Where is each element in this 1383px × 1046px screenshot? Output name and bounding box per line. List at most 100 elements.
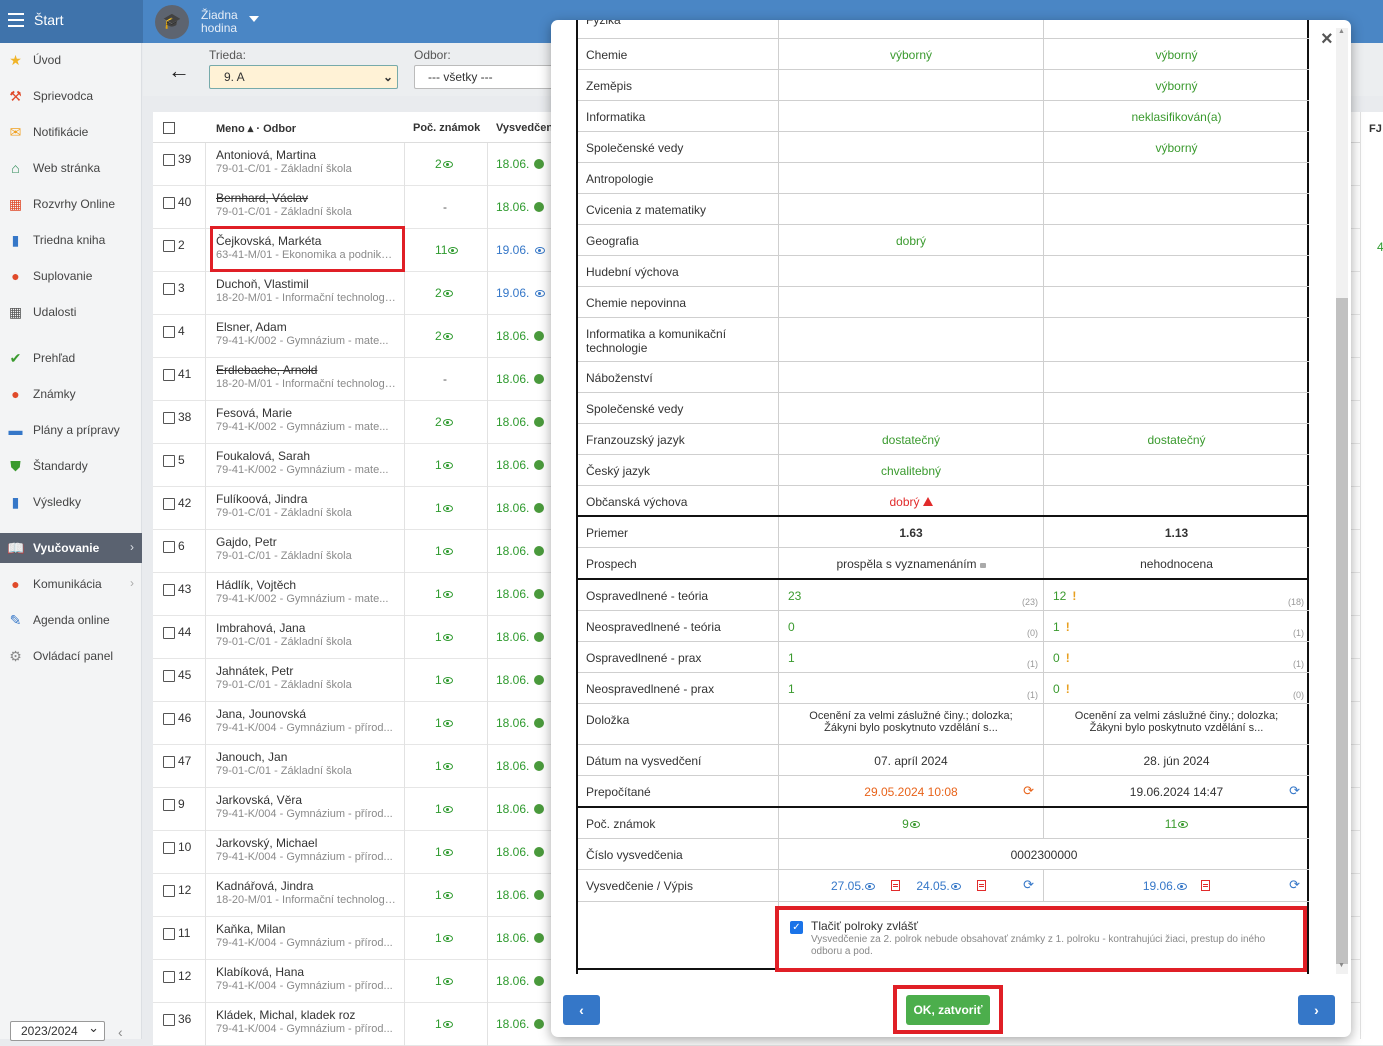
row-checkbox[interactable] (163, 670, 175, 682)
start-menu-button[interactable]: Štart (0, 0, 143, 43)
grade-count[interactable]: 1 (435, 544, 453, 558)
row-checkbox[interactable] (163, 627, 175, 639)
row-checkbox[interactable] (163, 369, 175, 381)
sidebar-item-prehľad[interactable]: ✔ Prehľad (0, 343, 142, 373)
student-name[interactable]: Jarkovská, Věra (216, 793, 302, 807)
modal-scrollbar[interactable]: ▲ ▼ (1336, 28, 1348, 974)
print-separately-checkbox[interactable]: ✓ (790, 921, 803, 934)
scroll-thumb[interactable] (1336, 298, 1348, 964)
sidebar-item-ovládací-panel[interactable]: ⚙ Ovládací panel (0, 641, 142, 671)
grade-count[interactable]: 1 (435, 458, 453, 472)
report-card-date[interactable]: 18.06. (496, 802, 545, 816)
absence-sem2[interactable]: 0! (1053, 651, 1070, 665)
row-checkbox[interactable] (163, 928, 175, 940)
grade-count[interactable]: 11 (435, 243, 459, 257)
row-checkbox[interactable] (163, 1014, 175, 1026)
collapse-sidebar-icon[interactable]: ‹ (118, 1024, 123, 1040)
absence-sem1[interactable]: 0 (788, 620, 795, 634)
report-card-date[interactable]: 18.06. (496, 200, 545, 214)
grade-count[interactable]: 1 (435, 888, 453, 902)
row-checkbox[interactable] (163, 240, 175, 252)
sidebar-item-plány-a-prípravy[interactable]: ▬ Plány a prípravy (0, 415, 142, 445)
student-name[interactable]: Janouch, Jan (216, 750, 287, 764)
dolozka-sem1[interactable]: Ocenění za velmi záslužné činy.; dolozka… (779, 710, 1043, 734)
grade-count[interactable]: 2 (435, 286, 453, 300)
student-name[interactable]: Jarkovský, Michael (216, 836, 317, 850)
previous-student-button[interactable]: ‹ (563, 995, 600, 1025)
student-name[interactable]: Kládek, Michal, kladek roz (216, 1008, 355, 1022)
sidebar-item-notifikácie[interactable]: ✉ Notifikácie (0, 117, 142, 147)
student-name[interactable]: Foukalová, Sarah (216, 449, 310, 463)
header-meno[interactable]: Meno ▴ · Odbor (216, 122, 296, 135)
sidebar-item-sprievodca[interactable]: ⚒ Sprievodca (0, 81, 142, 111)
row-checkbox[interactable] (163, 326, 175, 338)
row-checkbox[interactable] (163, 971, 175, 983)
sidebar-item-web-stránka[interactable]: ⌂ Web stránka (0, 153, 142, 183)
report-card-date[interactable]: 18.06. (496, 1017, 545, 1031)
grade-count[interactable]: 1 (435, 759, 453, 773)
grade-count[interactable]: 2 (435, 415, 453, 429)
row-checkbox[interactable] (163, 756, 175, 768)
grade-sem1[interactable]: výborný (779, 48, 1043, 62)
scroll-down-icon[interactable]: ▼ (1338, 962, 1345, 969)
refresh-icon[interactable]: ⟳ (1289, 877, 1300, 893)
sidebar-item-udalosti[interactable]: ▦ Udalosti (0, 297, 142, 327)
grade-count[interactable]: 1 (435, 630, 453, 644)
row-checkbox[interactable] (163, 713, 175, 725)
row-checkbox[interactable] (163, 154, 175, 166)
report-card-date[interactable]: 18.06. (496, 157, 545, 171)
report-card-date[interactable]: 18.06. (496, 888, 545, 902)
student-name[interactable]: Fesová, Marie (216, 406, 292, 420)
grade-count[interactable]: - (443, 200, 447, 214)
poc-znamok-sem1[interactable]: 9 (779, 817, 1043, 831)
row-checkbox[interactable] (163, 455, 175, 467)
grade-sem2[interactable]: výborný (1044, 79, 1309, 93)
refresh-icon[interactable]: ⟳ (1023, 877, 1034, 893)
vysvedcenie-link-3[interactable]: 19.06. (1143, 879, 1188, 893)
row-checkbox[interactable] (163, 584, 175, 596)
report-card-date[interactable]: 18.06. (496, 544, 545, 558)
next-student-button[interactable]: › (1298, 995, 1335, 1025)
student-name[interactable]: Hádlík, Vojtěch (216, 578, 296, 592)
pdf-icon[interactable] (976, 880, 986, 891)
grade-sem1[interactable]: chvalitebný (779, 464, 1043, 478)
student-name[interactable]: Jahnátek, Petr (216, 664, 293, 678)
pdf-icon[interactable] (1201, 880, 1211, 891)
row-checkbox[interactable] (163, 412, 175, 424)
cislo-value[interactable]: 0002300000 (779, 848, 1309, 862)
report-card-date[interactable]: 18.06. (496, 587, 545, 601)
grade-count[interactable]: 2 (435, 329, 453, 343)
datum-sem1[interactable]: 07. apríl 2024 (779, 754, 1043, 768)
back-arrow-icon[interactable]: ← (168, 58, 190, 84)
select-all-checkbox[interactable] (163, 122, 175, 134)
grade-count[interactable]: 1 (435, 501, 453, 515)
grade-sem1[interactable]: dobrý (779, 495, 1043, 509)
grade-sem1[interactable]: dobrý (779, 234, 1043, 248)
report-card-date[interactable]: 18.06. (496, 673, 545, 687)
odbor-select[interactable]: --- všetky --- (414, 65, 559, 89)
sidebar-item-vyučovanie[interactable]: 📖 Vyučovanie › (0, 533, 142, 563)
student-name[interactable]: Jana, Jounovská (216, 707, 306, 721)
report-card-date[interactable]: 18.06. (496, 415, 545, 429)
student-name[interactable]: Imbrahová, Jana (216, 621, 305, 635)
absence-sem2[interactable]: 12! (1053, 589, 1076, 603)
datum-sem2[interactable]: 28. jún 2024 (1044, 754, 1309, 768)
student-name[interactable]: Duchoň, Vlastimil (216, 277, 309, 291)
grade-count[interactable]: 1 (435, 802, 453, 816)
vysvedcenie-link-1[interactable]: 27.05. (831, 879, 876, 893)
grade-count[interactable]: 1 (435, 931, 453, 945)
student-name[interactable]: Fulíkoová, Jindra (216, 492, 307, 506)
sidebar-item-výsledky[interactable]: ▮ Výsledky (0, 487, 142, 517)
grade-sem1[interactable]: dostatečný (779, 433, 1043, 447)
grade-count[interactable]: 2 (435, 157, 453, 171)
student-name[interactable]: Elsner, Adam (216, 320, 287, 334)
sidebar-item-úvod[interactable]: ★ Úvod (0, 45, 142, 75)
grade-sem2[interactable]: dostatečný (1044, 433, 1309, 447)
student-name[interactable]: Erdlebache, Arnold (216, 363, 317, 377)
report-card-date[interactable]: 18.06. (496, 501, 545, 515)
student-name[interactable]: Gajdo, Petr (216, 535, 277, 549)
grade-sem2[interactable]: neklasifikován(a) (1044, 110, 1309, 124)
sidebar-item-triedna-kniha[interactable]: ▮ Triedna kniha (0, 225, 142, 255)
row-checkbox[interactable] (163, 498, 175, 510)
refresh-icon[interactable]: ⟳ (1023, 783, 1034, 799)
